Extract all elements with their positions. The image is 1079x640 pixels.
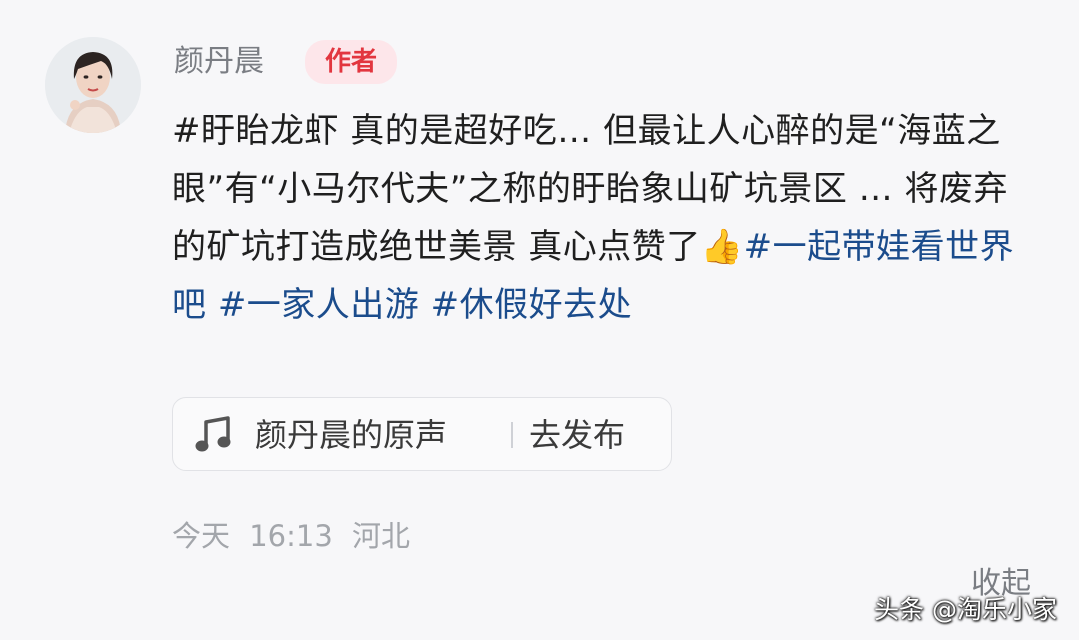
- hashtag-link[interactable]: #一家人出游: [218, 285, 420, 325]
- original-sound-label[interactable]: 颜丹晨的原声: [255, 398, 447, 472]
- music-note-icon: [195, 416, 231, 452]
- watermark: 头条 @淘乐小家: [874, 595, 1057, 624]
- comment-date: 今天: [172, 519, 231, 553]
- avatar-portrait-icon: [45, 37, 141, 133]
- author-badge: 作者: [305, 40, 397, 84]
- original-sound-chip[interactable]: 颜丹晨的原声 去发布: [172, 397, 672, 471]
- thumbs-up-icon: 👍: [700, 227, 744, 267]
- user-avatar[interactable]: [45, 37, 141, 133]
- post-text: #盱眙龙虾 真的是超好吃… 但最让人心醉的是“海蓝之眼”有“小马尔代夫”之称的盱…: [172, 102, 1042, 334]
- chip-divider: [511, 422, 513, 448]
- comment-location: 河北: [352, 519, 411, 553]
- comment-meta: 今天 16:13 河北: [172, 514, 410, 558]
- hashtag-link[interactable]: #休假好去处: [431, 285, 633, 325]
- username[interactable]: 颜丹晨: [174, 40, 264, 84]
- publish-button[interactable]: 去发布: [529, 398, 625, 472]
- comment-time: 16:13: [249, 519, 333, 553]
